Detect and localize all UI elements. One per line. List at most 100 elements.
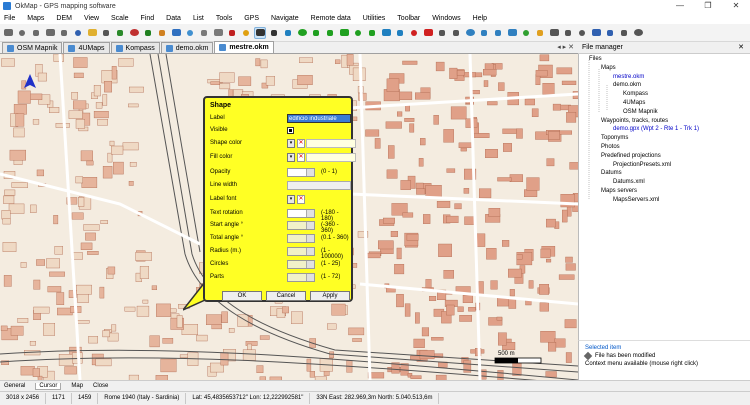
menu-help[interactable]: Help: [473, 15, 487, 22]
shape-icon[interactable]: [296, 27, 308, 39]
map-search-icon[interactable]: [2, 27, 14, 39]
bike-icon[interactable]: [506, 27, 518, 39]
fill-color-dropdown-icon[interactable]: ▾: [287, 153, 295, 162]
cut-icon[interactable]: [436, 27, 448, 39]
polygon-icon[interactable]: [310, 27, 322, 39]
tree-node[interactable]: Photos: [601, 144, 620, 150]
flag-icon[interactable]: [128, 27, 140, 39]
move-icon[interactable]: [30, 27, 42, 39]
open-folder-icon[interactable]: [86, 27, 98, 39]
total-angle-spinner[interactable]: [287, 234, 315, 243]
menu-file[interactable]: File: [4, 15, 15, 22]
save-icon[interactable]: [72, 27, 84, 39]
clear-fill-color-icon[interactable]: ✕: [297, 153, 305, 162]
tree-node[interactable]: MapsServers.xml: [613, 197, 659, 203]
flag-green-icon[interactable]: [520, 27, 532, 39]
measure-icon[interactable]: [212, 27, 224, 39]
visible-checkbox[interactable]: [287, 127, 294, 134]
arrow-icon[interactable]: [422, 27, 434, 39]
plane-icon[interactable]: [478, 27, 490, 39]
menu-dem[interactable]: DEM: [56, 15, 72, 22]
tree-node[interactable]: Maps servers: [601, 188, 637, 194]
tree-node[interactable]: Datums: [601, 170, 622, 176]
circles-spinner[interactable]: [287, 260, 315, 269]
track-icon[interactable]: [156, 27, 168, 39]
globe-icon[interactable]: [464, 27, 476, 39]
grid-icon[interactable]: [198, 27, 210, 39]
menu-scale[interactable]: Scale: [111, 15, 129, 22]
image-icon[interactable]: [352, 27, 364, 39]
crosshair-icon[interactable]: [268, 27, 280, 39]
ok-button[interactable]: OK: [222, 291, 262, 301]
tab-map[interactable]: Map: [71, 383, 83, 389]
tab-general[interactable]: General: [4, 383, 25, 389]
apply-button[interactable]: Apply: [310, 291, 350, 301]
menu-toolbar[interactable]: Toolbar: [397, 15, 420, 22]
fill-color-swatch[interactable]: [306, 153, 356, 162]
tree-node[interactable]: Datums.xml: [613, 179, 645, 185]
clear-shape-color-icon[interactable]: ✕: [297, 139, 305, 148]
menu-gps[interactable]: GPS: [244, 15, 259, 22]
tree-node[interactable]: Kompass: [623, 91, 648, 97]
menu-list[interactable]: List: [193, 15, 204, 22]
info-icon[interactable]: [604, 27, 616, 39]
close-window-button[interactable]: ✕: [722, 0, 750, 12]
node-icon[interactable]: [282, 27, 294, 39]
tab-4umaps[interactable]: 4UMaps: [63, 42, 110, 53]
tab-kompass[interactable]: Kompass: [110, 42, 160, 53]
line-width-select[interactable]: [287, 181, 351, 190]
menu-utilities[interactable]: Utilities: [363, 15, 386, 22]
line-icon[interactable]: [324, 27, 336, 39]
cancel-button[interactable]: Cancel: [266, 291, 306, 301]
menu-find[interactable]: Find: [141, 15, 155, 22]
menu-tools[interactable]: Tools: [216, 15, 232, 22]
tree-node[interactable]: mestre.okm: [613, 74, 644, 80]
clear-label-font-icon[interactable]: ✕: [297, 195, 305, 204]
help-icon[interactable]: [590, 27, 602, 39]
tab-mestre-okm[interactable]: mestre.okm: [214, 41, 274, 53]
print-icon[interactable]: [100, 27, 112, 39]
menu-navigate[interactable]: Navigate: [271, 15, 299, 22]
menu-remote-data[interactable]: Remote data: [311, 15, 351, 22]
car-icon[interactable]: [534, 27, 546, 39]
parts-spinner[interactable]: [287, 273, 315, 282]
route-icon[interactable]: [142, 27, 154, 39]
diamond-icon[interactable]: [408, 27, 420, 39]
tab-cursor[interactable]: Cursor: [35, 382, 62, 390]
tab-scroll-close-controls[interactable]: ◂ ▸ ✕: [557, 43, 574, 51]
tab-demo-okm[interactable]: demo.okm: [160, 42, 214, 53]
maximize-button[interactable]: ❐: [694, 0, 722, 12]
tree-node[interactable]: Maps: [601, 65, 616, 71]
tab-osm-mapnik[interactable]: OSM Mapnik: [2, 42, 63, 53]
track-edit-icon[interactable]: [394, 27, 406, 39]
pan-icon[interactable]: [618, 27, 630, 39]
close-panel-icon[interactable]: ✕: [738, 42, 744, 54]
start-angle-spinner[interactable]: [287, 221, 315, 230]
menu-view[interactable]: View: [84, 15, 99, 22]
cursor-icon[interactable]: [254, 26, 266, 39]
tree-node[interactable]: demo.gpx (Wpt 2 - Rte 1 - Trk 1): [613, 126, 699, 132]
route-edit-icon[interactable]: [380, 27, 392, 39]
walk-icon[interactable]: [492, 27, 504, 39]
layers-icon[interactable]: [184, 27, 196, 39]
menu-windows[interactable]: Windows: [432, 15, 460, 22]
star-icon[interactable]: [240, 27, 252, 39]
label-font-dropdown-icon[interactable]: ▾: [287, 195, 295, 204]
tab-close[interactable]: Close: [93, 383, 108, 389]
tree-node[interactable]: Toponyms: [601, 135, 628, 141]
map-search-2-icon[interactable]: [16, 27, 28, 39]
shape-color-swatch[interactable]: [306, 139, 356, 148]
menu-maps[interactable]: Maps: [27, 15, 44, 22]
zoom-in-icon[interactable]: [44, 27, 56, 39]
tree-node[interactable]: Waypoints, tracks, routes: [601, 118, 668, 124]
tree-node[interactable]: ProjectionPresets.xml: [613, 162, 671, 168]
radius-spinner[interactable]: [287, 247, 315, 256]
menu-data[interactable]: Data: [166, 15, 181, 22]
import-icon[interactable]: [562, 27, 574, 39]
waypoint-icon[interactable]: [170, 27, 182, 39]
join-icon[interactable]: [450, 27, 462, 39]
text-rotation-spinner[interactable]: [287, 209, 315, 218]
settings-icon[interactable]: [576, 27, 588, 39]
text-icon[interactable]: [338, 27, 350, 39]
zoom-out-icon[interactable]: [58, 27, 70, 39]
